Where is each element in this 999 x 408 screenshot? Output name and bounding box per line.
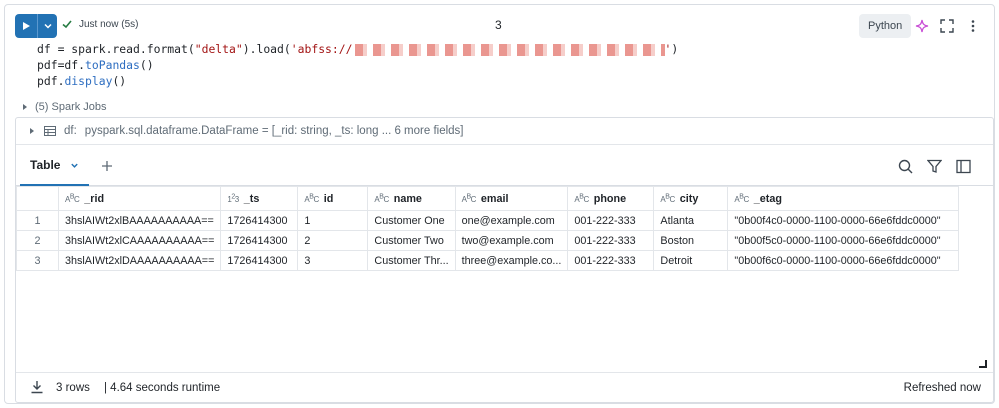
run-cell-button[interactable] <box>15 14 37 38</box>
column-header[interactable]: ABC email <box>454 186 569 211</box>
string-type-icon: ABC <box>574 192 589 204</box>
plus-icon <box>102 161 112 171</box>
expand-button[interactable] <box>938 17 956 35</box>
column-header[interactable]: ABC _rid <box>57 186 222 211</box>
number-type-icon: 123 <box>227 192 239 204</box>
table-cell[interactable]: 1 <box>297 210 369 231</box>
filter-icon <box>926 159 942 173</box>
refreshed-status: Refreshed now <box>903 382 981 394</box>
table-cell[interactable]: 1726414300 <box>220 210 299 231</box>
sidebar-icon <box>955 159 971 173</box>
table-cell[interactable]: Customer Two <box>367 230 456 251</box>
table-cell[interactable]: one@example.com <box>454 210 569 231</box>
schema-summary[interactable]: df: pyspark.sql.dataframe.DataFrame = [_… <box>16 118 993 145</box>
caret-right-icon <box>30 128 34 134</box>
table-row[interactable]: 2 3hslAIWt2xlCAAAAAAAAAA== 1726414300 2 … <box>16 230 960 251</box>
result-tabs: Table <box>16 146 993 186</box>
tab-table[interactable]: Table <box>20 146 90 186</box>
row-index: 3 <box>16 250 59 271</box>
table-icon <box>44 126 56 136</box>
caret-right-icon <box>23 104 27 110</box>
cell-number: 3 <box>495 18 502 32</box>
table-cell[interactable]: Detroit <box>653 250 729 271</box>
kebab-icon <box>971 20 975 32</box>
table-cell[interactable]: 1726414300 <box>220 250 299 271</box>
language-badge[interactable]: Python <box>859 14 912 38</box>
table-cell[interactable]: Customer One <box>367 210 456 231</box>
table-row[interactable]: 1 3hslAIWt2xlBAAAAAAAAAA== 1726414300 1 … <box>16 210 960 231</box>
results-footer: 3 rows | 4.64 seconds runtime Refreshed … <box>16 372 993 402</box>
results-table: ABC _rid 123 _ts ABC id ABC name ABC email AB… <box>16 186 960 271</box>
table-row[interactable]: 3 3hslAIWt2xlDAAAAAAAAAA== 1726414300 3 … <box>16 250 960 271</box>
column-header[interactable]: ABC phone <box>567 186 655 211</box>
string-type-icon: ABC <box>461 192 477 204</box>
table-cell[interactable]: three@example.co... <box>454 250 569 271</box>
schema-var: df: <box>64 125 77 137</box>
schema-text: pyspark.sql.dataframe.DataFrame = [_rid:… <box>84 125 464 137</box>
run-options-button[interactable] <box>38 14 57 38</box>
string-type-icon: ABC <box>734 192 749 204</box>
results-panel: df: pyspark.sql.dataframe.DataFrame = [_… <box>15 117 994 403</box>
resize-handle[interactable] <box>979 360 987 368</box>
search-button[interactable] <box>896 157 914 175</box>
table-cell[interactable]: Atlanta <box>653 210 729 231</box>
assistant-sparkle-button[interactable] <box>913 17 931 35</box>
table-cell[interactable]: 3hslAIWt2xlCAAAAAAAAAA== <box>57 230 222 251</box>
string-type-icon: ABC <box>374 192 389 204</box>
table-cell[interactable]: "0b00f4c0-0000-1100-0000-66e6fddc0000" <box>727 210 960 231</box>
chevron-down-icon <box>43 23 52 29</box>
code-editor[interactable]: df = spark.read.format("delta").load('ab… <box>37 41 678 89</box>
table-cell[interactable]: "0b00f5c0-0000-1100-0000-66e6fddc0000" <box>727 230 960 251</box>
sidebar-toggle-button[interactable] <box>954 157 972 175</box>
filter-button[interactable] <box>925 157 943 175</box>
run-status: Just now (5s) <box>61 18 138 30</box>
sparkle-icon <box>915 19 929 33</box>
column-header[interactable]: ABC name <box>367 186 456 211</box>
check-icon <box>62 20 72 29</box>
code-line: pdf=df.toPandas() <box>37 58 154 72</box>
table-cell[interactable]: "0b00f6c0-0000-1100-0000-66e6fddc0000" <box>727 250 960 271</box>
chevron-down-icon <box>71 163 79 168</box>
row-index: 2 <box>16 230 59 251</box>
spark-jobs-toggle[interactable]: (5) Spark Jobs <box>21 101 107 113</box>
more-options-button[interactable] <box>964 17 982 35</box>
tab-table-label: Table <box>30 158 61 172</box>
table-cell[interactable]: 1726414300 <box>220 230 299 251</box>
table-cell[interactable]: 001-222-333 <box>567 250 655 271</box>
spark-jobs-label: (5) Spark Jobs <box>35 101 107 113</box>
table-cell[interactable]: 3 <box>297 250 369 271</box>
table-cell[interactable]: 3hslAIWt2xlDAAAAAAAAAA== <box>57 250 222 271</box>
column-header[interactable]: ABC _etag <box>727 186 960 211</box>
notebook-cell: Just now (5s) 3 Python df = spark.read.f… <box>4 4 995 404</box>
row-count: 3 rows <box>56 382 90 394</box>
run-button-group <box>15 14 57 38</box>
index-header <box>16 186 59 211</box>
column-header[interactable]: ABC id <box>297 186 369 211</box>
table-cell[interactable]: 3hslAIWt2xlBAAAAAAAAAA== <box>57 210 222 231</box>
redacted-path <box>354 43 665 56</box>
expand-icon <box>940 19 954 33</box>
table-cell[interactable]: 2 <box>297 230 369 251</box>
code-line: pdf.display() <box>37 74 127 88</box>
string-type-icon: ABC <box>65 192 80 204</box>
column-header[interactable]: 123 _ts <box>220 186 299 211</box>
header-row: ABC _rid 123 _ts ABC id ABC name ABC email AB… <box>16 186 960 211</box>
download-icon <box>31 381 43 394</box>
runtime: | 4.64 seconds runtime <box>104 382 221 394</box>
column-header[interactable]: ABC city <box>653 186 729 211</box>
run-status-text: Just now (5s) <box>79 18 139 30</box>
download-button[interactable] <box>30 380 44 394</box>
row-index: 1 <box>16 210 59 231</box>
table-cell[interactable]: 001-222-333 <box>567 230 655 251</box>
search-icon <box>898 159 912 173</box>
table-cell[interactable]: 001-222-333 <box>567 210 655 231</box>
play-icon <box>23 22 30 30</box>
table-cell[interactable]: Boston <box>653 230 729 251</box>
table-cell[interactable]: Customer Thr... <box>367 250 456 271</box>
table-cell[interactable]: two@example.com <box>454 230 569 251</box>
add-visualization-button[interactable] <box>98 157 116 175</box>
string-type-icon: ABC <box>660 192 675 204</box>
string-type-icon: ABC <box>304 192 319 204</box>
code-line: df = spark.read.format("delta").load('ab… <box>37 42 679 56</box>
